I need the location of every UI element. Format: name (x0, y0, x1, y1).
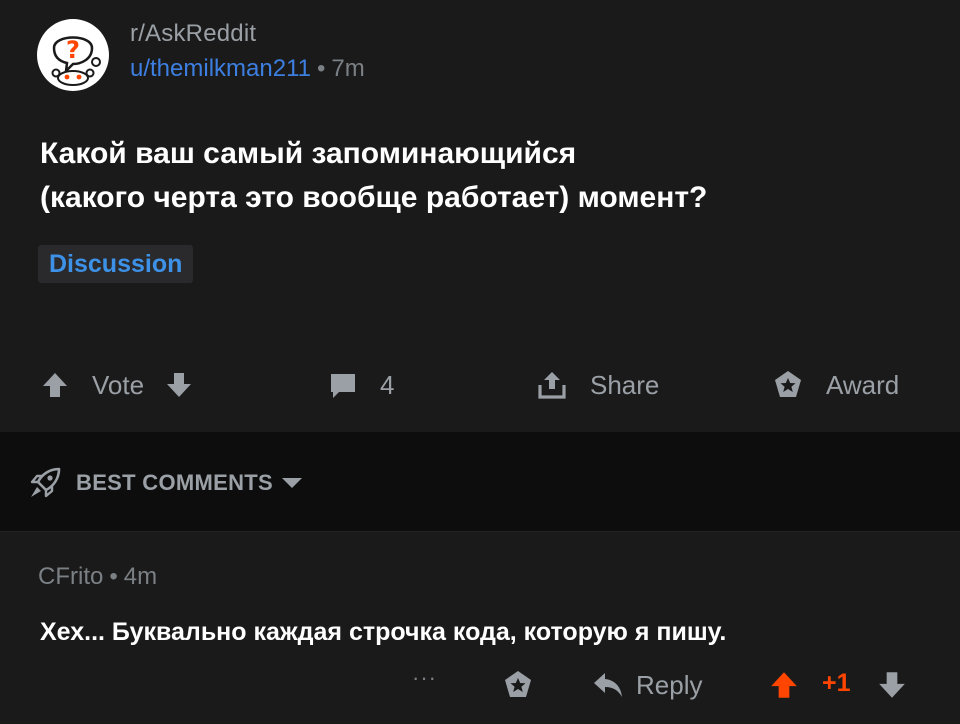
comment-meta: CFrito • 4m (38, 563, 157, 591)
post-flair[interactable]: Discussion (38, 245, 194, 283)
downvote-button[interactable] (164, 370, 194, 400)
comment-count: 4 (380, 369, 395, 400)
comment-award-button[interactable] (502, 669, 534, 706)
comment-age: 4m (123, 563, 158, 590)
subreddit-name[interactable]: r/AskReddit (130, 20, 256, 48)
comment-action-bar: ··· Reply +1 (0, 663, 960, 707)
comment-downvote-button[interactable] (876, 669, 908, 706)
upvote-button[interactable] (40, 370, 70, 400)
rocket-icon (30, 467, 61, 498)
post-author-link[interactable]: u/themilkman211 (130, 55, 311, 82)
post-age: 7m (331, 55, 365, 82)
reply-arrow-icon (594, 673, 622, 697)
comment-upvote-button[interactable] (768, 669, 800, 706)
comment-reply-button[interactable]: Reply (592, 663, 702, 707)
comment-more-button[interactable]: ··· (412, 665, 437, 691)
subreddit-avatar-icon[interactable]: ? (36, 18, 110, 92)
vote-label: Vote (92, 369, 145, 400)
comment-sort-bar: BEST COMMENTS (0, 432, 960, 532)
post-title-line-2: (какого черта это вообще работает) момен… (40, 181, 708, 214)
share-label: Share (590, 369, 660, 400)
arrow-down-icon (879, 672, 905, 698)
sort-dropdown[interactable]: BEST COMMENTS (28, 464, 303, 502)
post-action-bar: Vote 4 Share Award (0, 360, 960, 410)
comment-score: +1 (822, 669, 851, 697)
svg-text:?: ? (66, 36, 80, 64)
post-title[interactable]: Какой ваш самый запоминающийся (какого ч… (40, 132, 920, 220)
share-button[interactable]: Share (536, 360, 659, 410)
post-title-line-1: Какой ваш самый запоминающийся (40, 137, 577, 170)
comment-meta-separator: • (109, 563, 118, 590)
meta-separator: • (316, 55, 326, 82)
post-card: ? r/AskReddit u/themilkman211 • 7m Какой в… (0, 0, 960, 432)
comment-author[interactable]: CFrito (38, 563, 103, 590)
post-meta: u/themilkman211 • 7m (130, 55, 365, 83)
award-button[interactable]: Award (772, 360, 899, 410)
award-icon (505, 671, 531, 697)
award-icon (775, 371, 801, 397)
sort-label: BEST COMMENTS (76, 470, 274, 495)
arrow-up-icon (43, 373, 67, 397)
reply-label: Reply (636, 669, 703, 700)
arrow-down-icon (167, 373, 192, 397)
comment-item: CFrito • 4m Хех... Буквально каждая строчк… (0, 533, 960, 724)
vote-group: Vote (40, 360, 194, 410)
award-label: Award (826, 369, 900, 400)
arrow-up-icon (771, 672, 797, 698)
share-icon (538, 372, 566, 399)
comment-body: Хех... Буквально каждая строчка кода, ко… (40, 618, 727, 646)
comment-bubble-icon (331, 374, 355, 398)
chevron-down-icon (282, 478, 303, 488)
comments-button[interactable]: 4 (328, 360, 394, 410)
